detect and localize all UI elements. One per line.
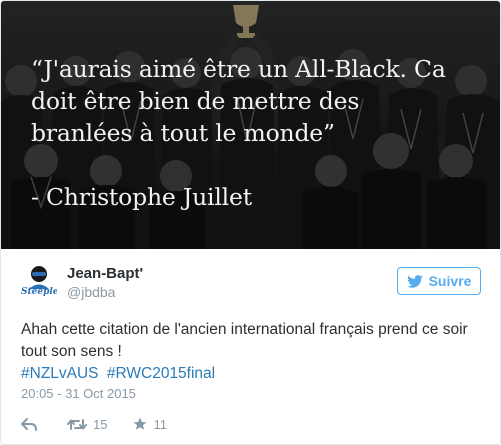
avatar-caption: Steeple bbox=[21, 287, 57, 297]
photo-quote-text: “J'aurais aimé être un All-Black. Ca doi… bbox=[31, 55, 446, 147]
retweet-count: 15 bbox=[93, 416, 108, 432]
reply-button[interactable] bbox=[21, 417, 37, 431]
embedded-tweet-card: “J'aurais aimé être un All-Black. Ca doi… bbox=[0, 0, 501, 445]
twitter-bird-icon bbox=[406, 274, 423, 288]
user-handle[interactable]: @jbdba bbox=[67, 284, 115, 300]
hashtag-link[interactable]: #RWC2015final bbox=[107, 365, 215, 382]
tweet-hashtags: #NZLvAUS #RWC2015final bbox=[21, 363, 219, 385]
avatar[interactable]: Steeple bbox=[21, 263, 57, 299]
like-count: 11 bbox=[153, 416, 167, 432]
follow-button-label: Suivre bbox=[428, 273, 472, 289]
tweet-text: Ahah cette citation de l'ancien internat… bbox=[21, 321, 468, 360]
tweet-photo[interactable]: “J'aurais aimé être un All-Black. Ca doi… bbox=[1, 1, 500, 249]
tweet-action-bar: 15 11 bbox=[21, 415, 167, 433]
hashtag-link[interactable]: #NZLvAUS bbox=[21, 365, 99, 382]
like-button[interactable]: 11 bbox=[133, 417, 167, 432]
star-icon bbox=[133, 417, 147, 430]
retweet-icon bbox=[67, 418, 87, 430]
tweet-header: Steeple Jean-Bapt' @jbdba Suivre bbox=[21, 263, 481, 303]
follow-button[interactable]: Suivre bbox=[397, 267, 481, 295]
retweet-button[interactable]: 15 bbox=[67, 417, 107, 432]
tweet-timestamp[interactable]: 20:05 - 31 Oct 2015 bbox=[21, 386, 136, 401]
reply-icon bbox=[21, 417, 37, 431]
photo-quote-author: - Christophe Juillet bbox=[31, 183, 252, 211]
user-display-name[interactable]: Jean-Bapt' bbox=[67, 265, 143, 282]
